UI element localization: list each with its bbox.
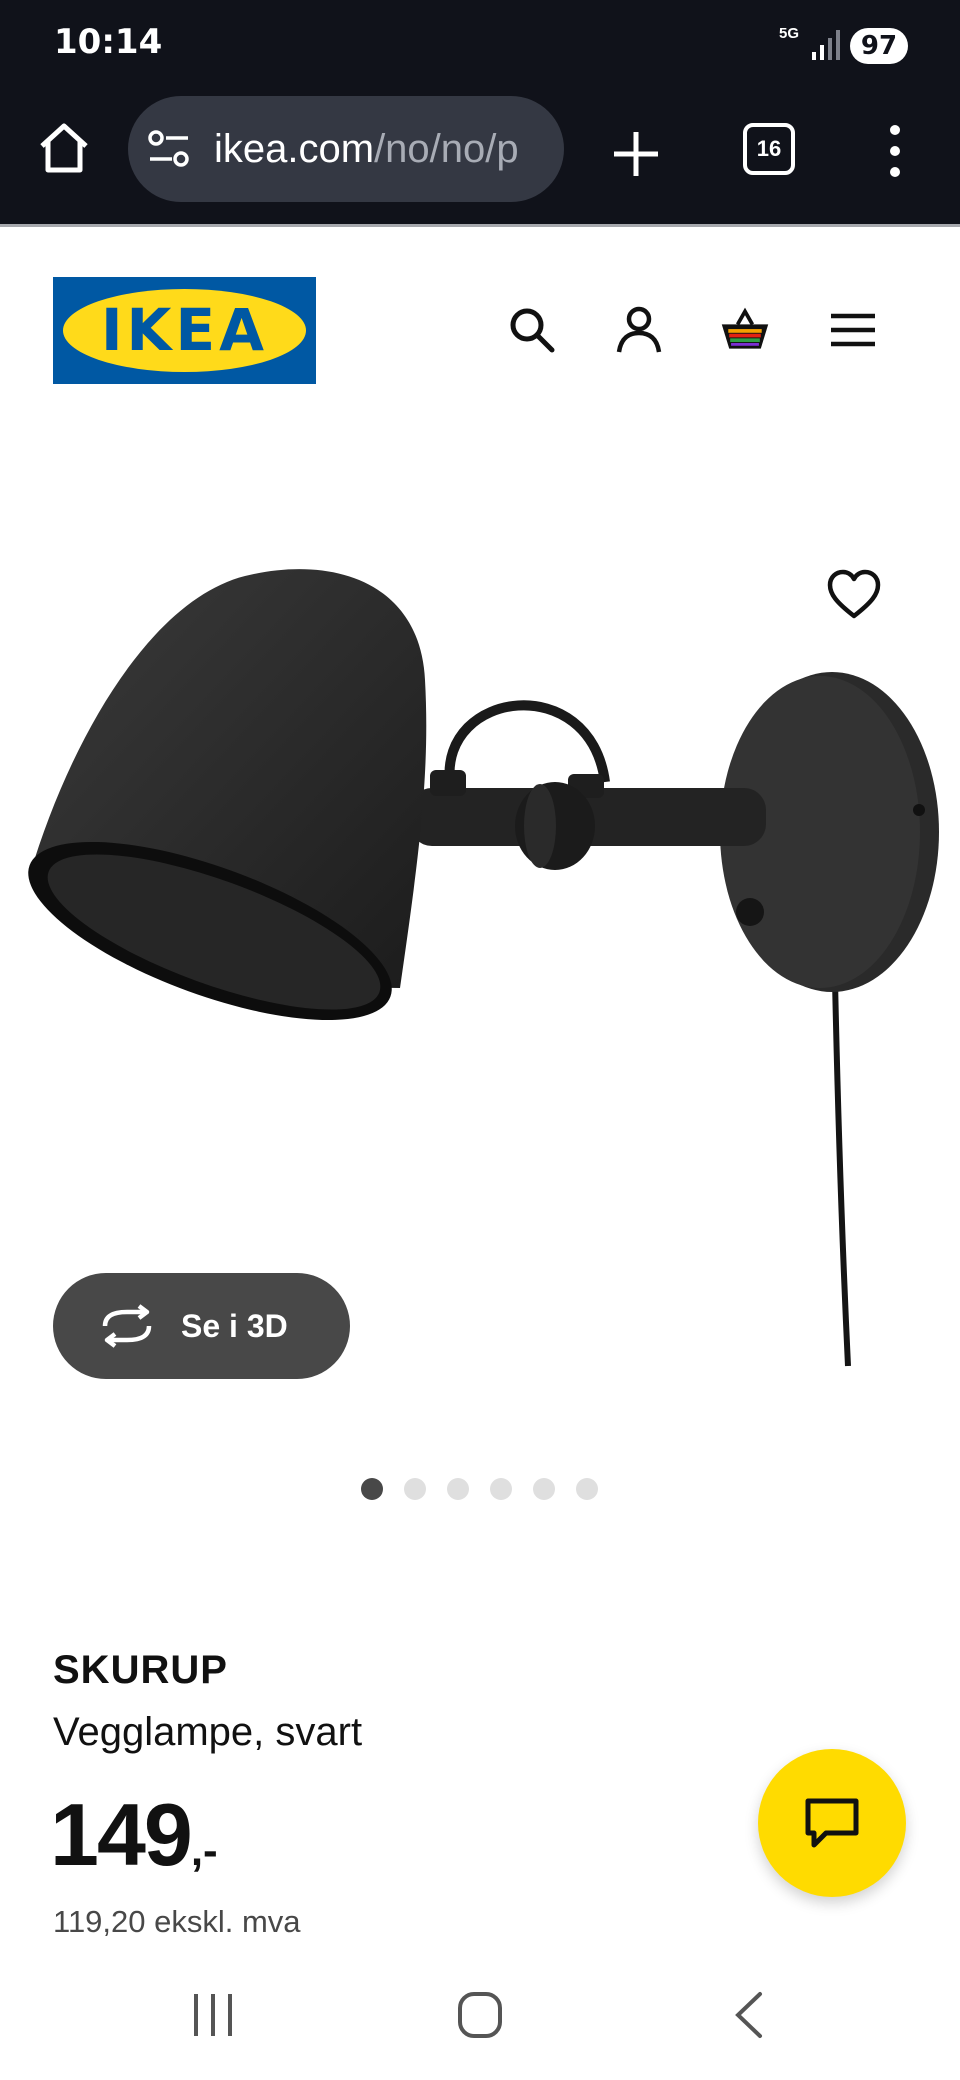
- chat-bubble-icon: [805, 1798, 859, 1848]
- ikea-logo[interactable]: IKEA: [53, 277, 316, 384]
- back-icon[interactable]: [730, 1990, 766, 2040]
- price-value: 149: [50, 1785, 193, 1884]
- view-3d-button[interactable]: Se i 3D: [53, 1273, 350, 1379]
- url-text[interactable]: ikea.com/no/no/p: [214, 96, 519, 202]
- logo-text: IKEA: [100, 296, 269, 364]
- product-image[interactable]: [0, 520, 960, 1380]
- price-ex-vat: 119,20 ekskl. mva: [53, 1904, 301, 1939]
- view-3d-label: Se i 3D: [181, 1308, 288, 1344]
- home-icon[interactable]: [36, 120, 92, 176]
- account-icon[interactable]: [613, 304, 665, 356]
- price-suffix: ,-: [190, 1826, 218, 1875]
- system-nav-bar: [0, 1960, 960, 2080]
- gallery-dot[interactable]: [576, 1478, 598, 1500]
- battery-level: 97: [850, 28, 908, 64]
- chat-button[interactable]: [758, 1749, 906, 1897]
- tab-switcher-button[interactable]: 16: [743, 123, 795, 175]
- signal-strength-icon: [812, 30, 840, 60]
- site-settings-icon[interactable]: [148, 129, 190, 169]
- gallery-dot[interactable]: [447, 1478, 469, 1500]
- address-bar[interactable]: ikea.com/no/no/p: [128, 96, 564, 202]
- gallery-dot[interactable]: [533, 1478, 555, 1500]
- status-time: 10:14: [54, 22, 163, 62]
- product-description: Vegglampe, svart: [53, 1710, 363, 1754]
- browser-toolbar: ikea.com/no/no/p 16: [0, 90, 960, 224]
- product-price: 149,-: [50, 1784, 218, 1886]
- recent-apps-icon[interactable]: [190, 1990, 236, 2040]
- home-nav-icon[interactable]: [456, 1990, 504, 2040]
- url-host: ikea.com: [214, 127, 375, 171]
- url-path: /no/no/p: [374, 127, 519, 171]
- hamburger-menu-icon[interactable]: [827, 304, 879, 356]
- rotate-3d-icon: [102, 1304, 152, 1348]
- gallery-dot[interactable]: [490, 1478, 512, 1500]
- search-icon[interactable]: [506, 304, 558, 356]
- toolbar-divider: [0, 224, 960, 227]
- gallery-dot[interactable]: [361, 1478, 383, 1500]
- network-type-icon: 5G: [778, 25, 799, 42]
- more-menu-icon[interactable]: [880, 120, 910, 182]
- new-tab-icon[interactable]: [606, 124, 666, 184]
- status-bar: 10:14 5G 97: [0, 0, 960, 90]
- product-name: SKURUP: [53, 1648, 228, 1692]
- gallery-dot[interactable]: [404, 1478, 426, 1500]
- heart-icon[interactable]: [826, 568, 882, 624]
- cart-icon[interactable]: [719, 304, 771, 356]
